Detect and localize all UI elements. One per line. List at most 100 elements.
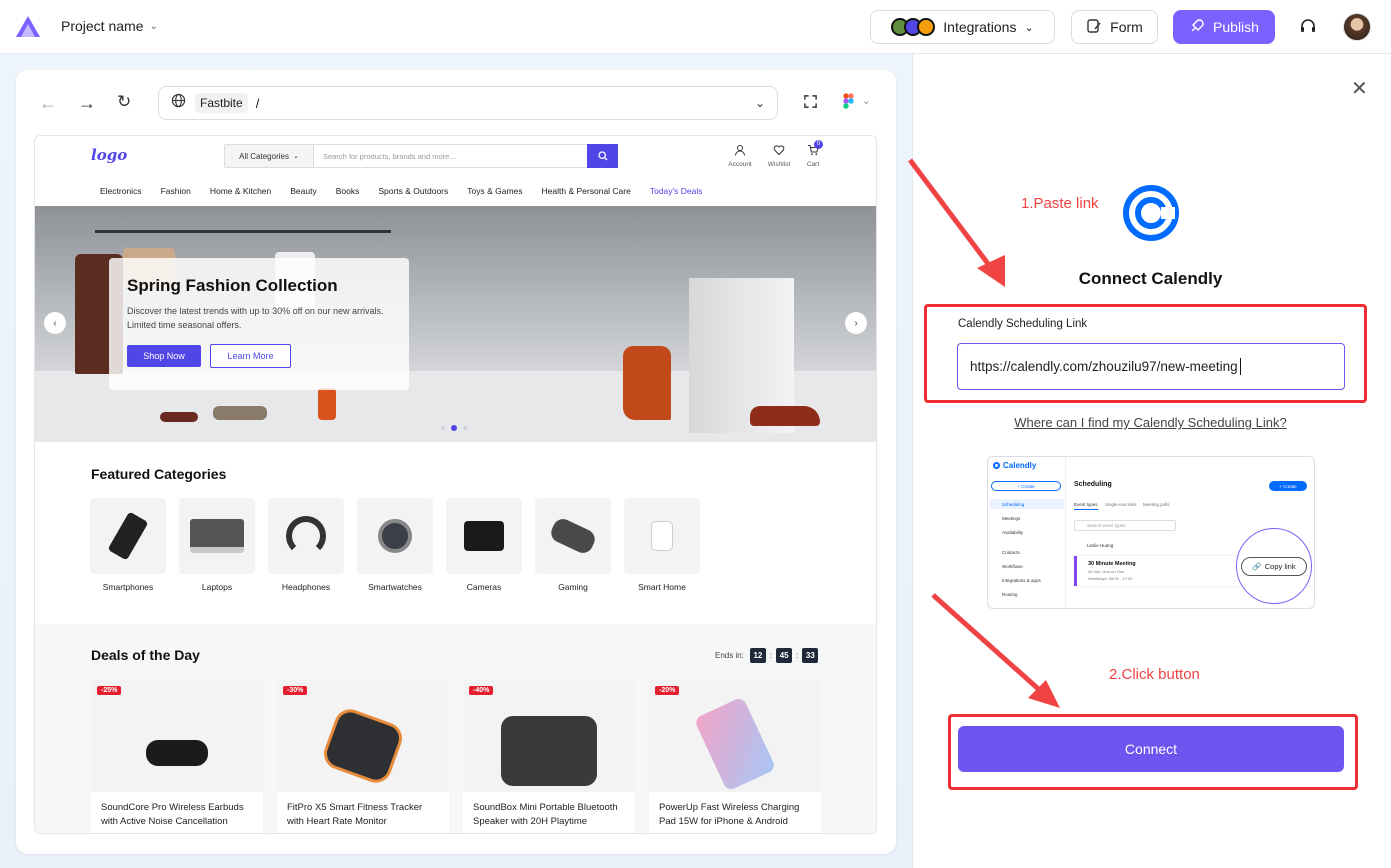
help-link[interactable]: Where can I find my Calendly Scheduling … (1000, 415, 1301, 430)
preview-create-button: + Create (991, 481, 1061, 491)
user-icon (735, 145, 745, 156)
user-avatar[interactable] (1343, 13, 1371, 41)
site-search-input[interactable]: Search for products, brands and more... (314, 152, 587, 161)
annotation-arrow-icon (931, 593, 1060, 708)
preview-menu-item: Availability (1002, 530, 1024, 535)
preview-search: Search event types (1074, 520, 1176, 531)
close-icon[interactable]: ✕ (1351, 76, 1368, 101)
chevron-down-icon[interactable]: ⌄ (755, 96, 765, 110)
wishlist-label: Wishlist (767, 161, 791, 168)
preview-logo-icon (993, 462, 1000, 469)
category-cameras[interactable]: Cameras (446, 498, 522, 592)
preview-menu-item: Scheduling (1002, 502, 1025, 507)
category-label: Smartphones (102, 582, 154, 592)
cart-label: Cart (806, 161, 820, 168)
product-card[interactable]: -30% FitPro X5 Smart Fitness Tracker wit… (277, 680, 449, 833)
product-card[interactable]: -40% SoundBox Mini Portable Bluetooth Sp… (463, 680, 635, 833)
back-arrow-icon[interactable]: ← (39, 93, 57, 114)
nav-sports-outdoors[interactable]: Sports & Outdoors (378, 186, 448, 196)
top-bar: Project name ⌄ Integrations ⌄ Form Publi… (0, 0, 1391, 54)
nav-toys-games[interactable]: Toys & Games (467, 186, 522, 196)
carousel-dot[interactable] (441, 426, 445, 430)
sunglasses-image (160, 412, 198, 422)
product-title: SoundBox Mini Portable Bluetooth Speaker… (473, 802, 618, 827)
nav-electronics[interactable]: Electronics (100, 186, 142, 196)
cart-count-badge: 0 (814, 140, 823, 149)
integrations-label: Integrations (943, 19, 1017, 35)
preview-menu-item: Contacts (1002, 550, 1020, 555)
wishlist-link[interactable]: Wishlist (764, 143, 794, 168)
figma-menu[interactable]: ⌄ (843, 93, 870, 109)
category-smartphones[interactable]: Smartphones (90, 498, 166, 592)
connect-button[interactable]: Connect (958, 726, 1344, 772)
discount-badge: -40% (469, 686, 494, 695)
integrations-button[interactable]: Integrations ⌄ (870, 10, 1055, 44)
nav-beauty[interactable]: Beauty (290, 186, 316, 196)
nav-books[interactable]: Books (336, 186, 360, 196)
timer-minutes: 45 (776, 648, 793, 663)
gaming-controller-image (547, 515, 599, 557)
shop-now-button[interactable]: Shop Now (127, 345, 201, 367)
app-logo-icon[interactable] (15, 15, 41, 39)
website-preview: logo All Categories ⌄ Search for product… (34, 135, 877, 834)
address-bar[interactable]: Fastbite / ⌄ (158, 86, 778, 120)
site-logo[interactable]: logo (91, 146, 127, 164)
calendly-help-screenshot: Calendly + Create Scheduling Meetings Av… (987, 456, 1315, 609)
heart-icon (773, 145, 785, 156)
carousel-dot-active[interactable] (451, 425, 457, 431)
carousel-dot[interactable] (463, 426, 467, 430)
reload-icon[interactable]: ↻ (117, 92, 131, 112)
forward-arrow-icon[interactable]: → (78, 93, 96, 114)
carousel-prev-button[interactable]: ‹ (44, 312, 66, 334)
support-headset-icon[interactable] (1298, 17, 1318, 37)
category-label: Laptops (201, 582, 233, 592)
product-card[interactable]: -25% SoundCore Pro Wireless Earbuds with… (91, 680, 263, 833)
preview-scheduling-title: Scheduling (1074, 481, 1112, 488)
nav-home-kitchen[interactable]: Home & Kitchen (210, 186, 271, 196)
hero-subtitle: Discover the latest trends with up to 30… (127, 306, 384, 330)
cart-link[interactable]: 0 Cart (799, 140, 827, 168)
timer-hours: 12 (749, 648, 766, 663)
category-gaming[interactable]: Gaming (535, 498, 611, 592)
form-edit-icon (1086, 18, 1102, 37)
publish-label: Publish (1213, 19, 1259, 35)
category-label: Cameras (466, 582, 502, 592)
category-headphones[interactable]: Headphones (268, 498, 344, 592)
carousel-next-button[interactable]: › (845, 312, 867, 334)
form-button[interactable]: Form (1071, 10, 1158, 44)
preview-user: Leslie Huang (1087, 543, 1114, 548)
preview-tab: Single-use links (1105, 502, 1137, 507)
preview-brand: Calendly (993, 461, 1036, 470)
headphones-image (286, 516, 326, 556)
form-label: Form (1110, 19, 1143, 35)
project-name-dropdown[interactable]: Project name ⌄ (61, 18, 158, 34)
fullscreen-icon[interactable] (803, 94, 818, 114)
preview-create-btn: + Create (1269, 481, 1307, 491)
preview-sidebar (988, 457, 1066, 608)
rocket-icon (1189, 18, 1205, 37)
category-laptops[interactable]: Laptops (179, 498, 255, 592)
product-card[interactable]: -20% PowerUp Fast Wireless Charging Pad … (649, 680, 821, 833)
chevron-down-icon: ⌄ (862, 95, 871, 107)
nav-health-personal-care[interactable]: Health & Personal Care (542, 186, 631, 196)
site-search-bar: All Categories ⌄ Search for products, br… (224, 144, 618, 168)
site-search-button[interactable] (587, 144, 618, 168)
nav-fashion[interactable]: Fashion (161, 186, 191, 196)
publish-button[interactable]: Publish (1173, 10, 1275, 44)
hero-text-card: Spring Fashion Collection Discover the l… (109, 258, 409, 390)
product-title: PowerUp Fast Wireless Charging Pad 15W f… (659, 802, 800, 827)
discount-badge: -25% (97, 686, 122, 695)
preview-event-sub2: Weekdays, 09:00 - 17:00 (1088, 576, 1133, 581)
category-smart-home[interactable]: Smart Home (624, 498, 700, 592)
calendly-logo-icon (1123, 185, 1179, 241)
calendly-link-input[interactable]: https://calendly.com/zhouzilu97/new-meet… (957, 343, 1345, 390)
category-label: Smart Home (638, 582, 686, 592)
step2-annotation: 2.Click button (1109, 666, 1200, 683)
nav-todays-deals[interactable]: Today's Deals (650, 186, 703, 196)
category-select[interactable]: All Categories ⌄ (225, 145, 314, 167)
clothes-rack-rail (95, 230, 391, 233)
account-link[interactable]: Account (725, 143, 755, 168)
learn-more-button[interactable]: Learn More (210, 344, 291, 368)
orange-boot-image (623, 346, 671, 420)
category-smartwatches[interactable]: Smartwatches (357, 498, 433, 592)
